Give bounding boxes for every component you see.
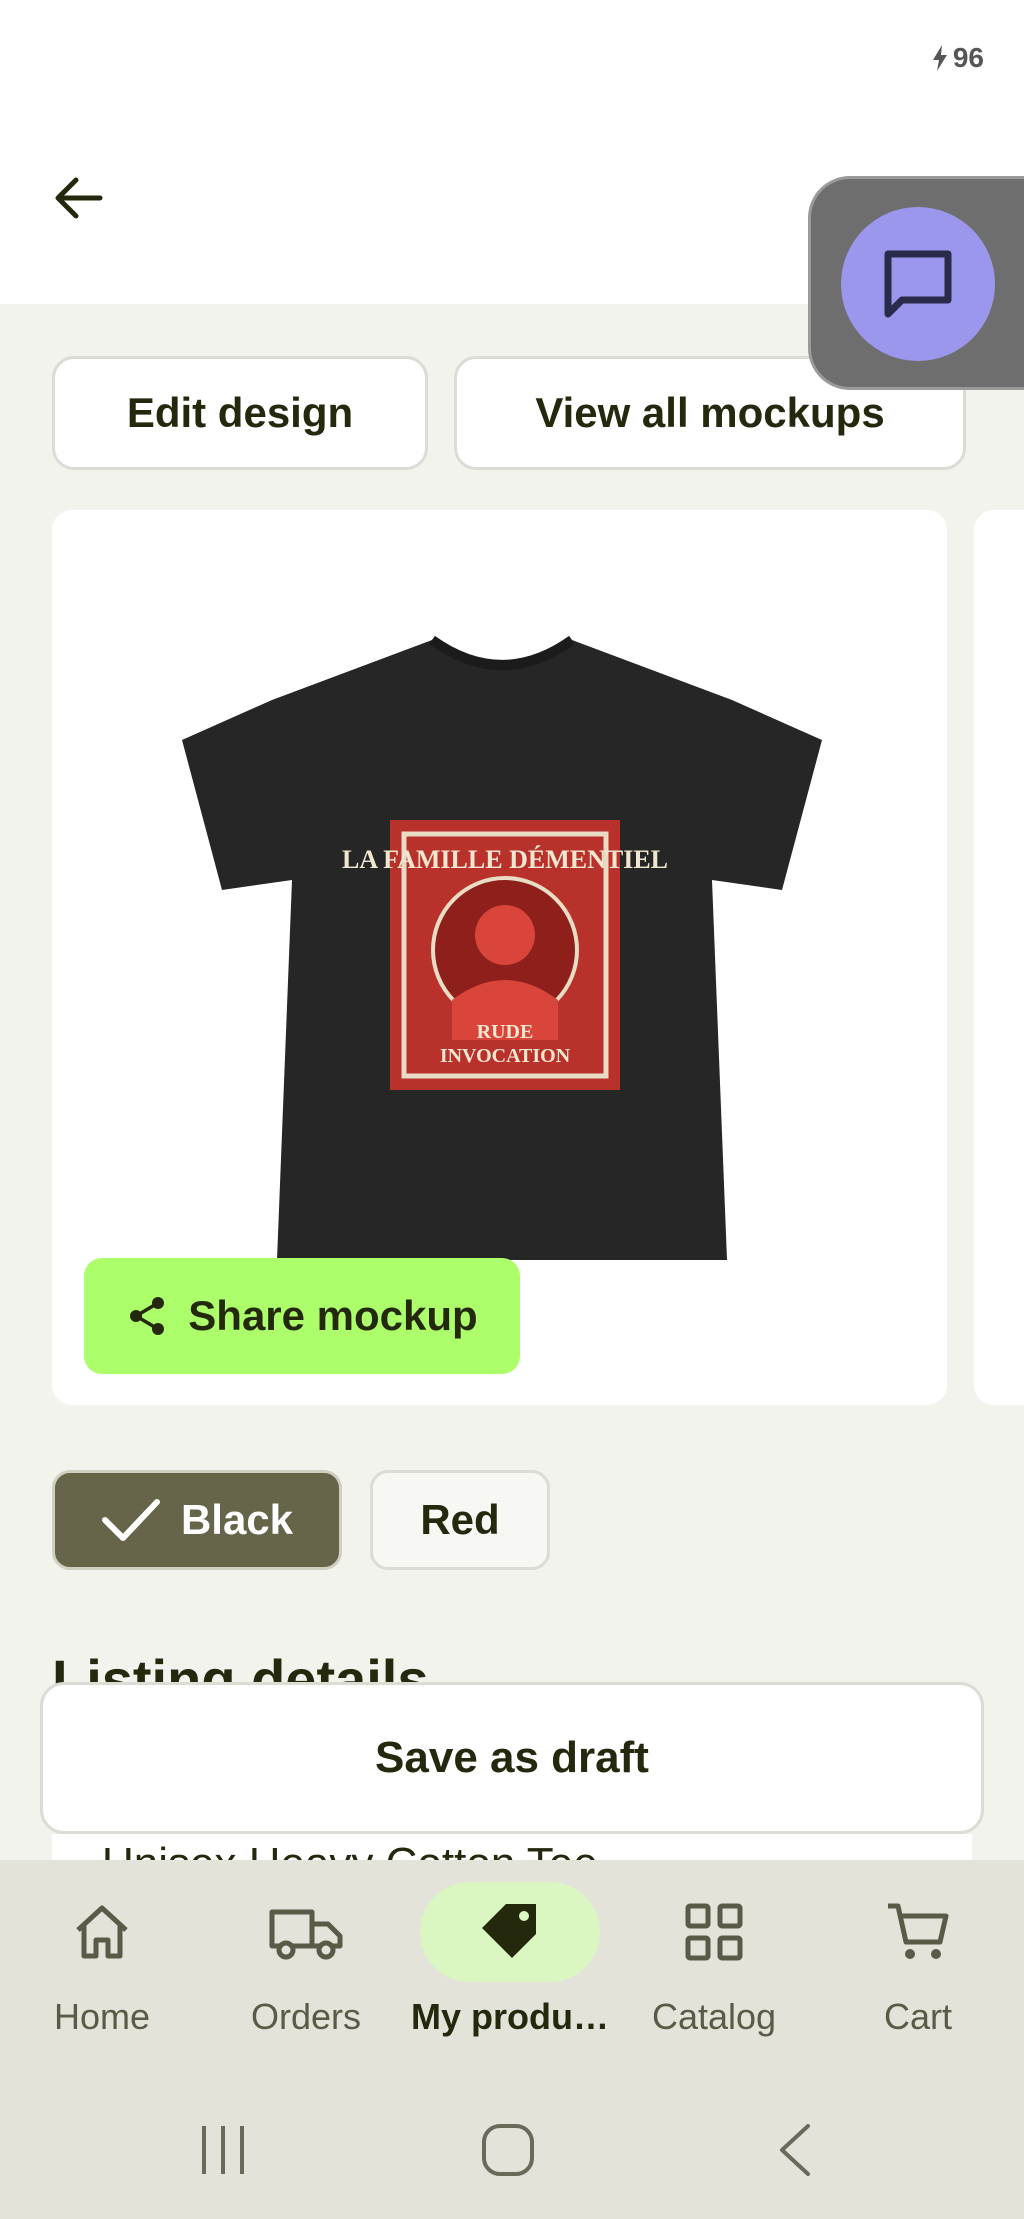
battery-level: 96: [952, 42, 984, 73]
home-system-icon[interactable]: [478, 2120, 538, 2180]
nav-catalog[interactable]: Catalog: [612, 1860, 816, 2080]
bottom-navigation: Home Orders My produ… Catalog Cart: [0, 1860, 1024, 2080]
nav-my-products-label: My produ…: [411, 1996, 609, 2037]
print-line-1: LA FAMILLE DÉMENTIEL: [342, 845, 668, 874]
share-mockup-label: Share mockup: [188, 1292, 478, 1339]
edit-design-button[interactable]: Edit design: [52, 356, 428, 470]
chat-fab-container: [808, 176, 1024, 390]
color-chip-black-label: Black: [180, 1496, 294, 1543]
nav-orders[interactable]: Orders: [204, 1860, 408, 2080]
truck-icon: [269, 1909, 343, 1960]
status-bar: 96: [0, 0, 1024, 120]
home-icon: [76, 1905, 128, 1959]
share-mockup-button[interactable]: Share mockup: [84, 1258, 520, 1374]
chat-button[interactable]: [841, 207, 995, 361]
arrow-left-icon: [55, 177, 103, 219]
color-chip-black[interactable]: Black: [52, 1470, 342, 1570]
nav-cart[interactable]: Cart: [816, 1860, 1020, 2080]
nav-orders-label: Orders: [250, 1996, 362, 2037]
tshirt-mockup-image: LA FAMILLE DÉMENTIEL RUDE INVOCATION: [182, 635, 822, 1260]
nav-my-products[interactable]: My produ…: [408, 1860, 612, 2080]
recent-apps-icon[interactable]: [196, 2120, 250, 2180]
mockup-card: LA FAMILLE DÉMENTIEL RUDE INVOCATION Sha…: [52, 510, 947, 1405]
nav-home-label: Home: [53, 1996, 151, 2037]
print-line-2: RUDE: [477, 1021, 534, 1043]
cart-icon: [888, 1903, 949, 1959]
charging-icon: [932, 45, 947, 71]
nav-home[interactable]: Home: [0, 1860, 204, 2080]
battery-indicator: 96: [931, 42, 984, 74]
print-line-3: INVOCATION: [440, 1045, 571, 1067]
check-icon: [101, 1499, 160, 1541]
tag-icon: [482, 1904, 536, 1958]
system-navigation-bar: [0, 2080, 1024, 2219]
grid-icon: [685, 1903, 743, 1961]
back-system-icon[interactable]: [772, 2120, 816, 2180]
color-chip-red[interactable]: Red: [370, 1470, 550, 1570]
next-mockup-card[interactable]: [974, 510, 1024, 1405]
nav-catalog-label: Catalog: [651, 1996, 777, 2037]
listing-title-peek: Unisex Heavy Cotton Tee: [52, 1834, 972, 1860]
back-button[interactable]: [40, 160, 116, 236]
save-as-draft-button[interactable]: Save as draft: [40, 1682, 984, 1834]
share-icon: [130, 1297, 165, 1335]
chat-bubble-icon: [884, 250, 952, 318]
nav-cart-label: Cart: [883, 1996, 952, 2037]
